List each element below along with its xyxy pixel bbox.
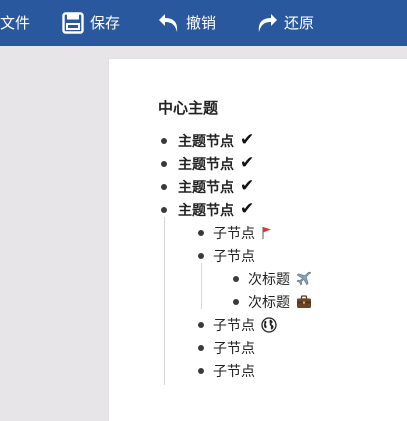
bullet xyxy=(161,184,167,190)
globe-icon xyxy=(261,316,277,333)
save-icon xyxy=(62,12,84,34)
undo-button[interactable]: 撤销 xyxy=(158,0,216,46)
child-label: 子节点 xyxy=(213,340,255,357)
check-icon: ✔ xyxy=(240,176,255,196)
subtitle-node-2[interactable]: 次标题 xyxy=(233,290,312,313)
bullet xyxy=(198,368,204,374)
airplane-icon xyxy=(296,271,312,287)
file-menu-button[interactable]: 文件 xyxy=(0,0,30,46)
topic-node-1[interactable]: 主题节点 ✔ xyxy=(161,129,254,152)
bullet xyxy=(161,207,167,213)
subtitle-label: 次标题 xyxy=(248,271,290,288)
child-label: 子节点 xyxy=(213,363,255,380)
children-guide-line xyxy=(164,217,165,385)
check-icon: ✔ xyxy=(240,153,255,173)
bullet xyxy=(161,161,167,167)
check-icon: ✔ xyxy=(240,199,255,219)
child-node-3[interactable]: 子节点 xyxy=(198,313,277,336)
briefcase-icon xyxy=(296,294,312,309)
topic-label: 主题节点 xyxy=(178,202,234,219)
subtitle-node-1[interactable]: 次标题 xyxy=(233,267,312,290)
redo-label: 还原 xyxy=(284,14,315,32)
child-label: 子节点 xyxy=(213,317,255,334)
save-button[interactable]: 保存 xyxy=(62,0,120,46)
child-label: 子节点 xyxy=(213,225,255,242)
file-menu-label: 文件 xyxy=(0,14,31,32)
undo-icon xyxy=(158,11,180,35)
bullet xyxy=(161,138,167,144)
subchildren-guide-line xyxy=(201,263,202,309)
child-label: 子节点 xyxy=(213,248,255,265)
save-label: 保存 xyxy=(90,14,121,32)
check-icon: ✔ xyxy=(240,130,255,150)
bullet xyxy=(198,230,204,236)
bullet xyxy=(233,299,239,305)
top-toolbar: 文件 保存 撤销 还原 xyxy=(0,0,407,46)
topic-label: 主题节点 xyxy=(178,133,234,150)
child-node-5[interactable]: 子节点 xyxy=(198,359,255,382)
topic-label: 主题节点 xyxy=(178,156,234,173)
bullet xyxy=(233,276,239,282)
child-node-1[interactable]: 子节点 xyxy=(198,221,273,244)
outline-page[interactable]: 中心主题 主题节点 ✔ 主题节点 ✔ 主题节点 ✔ 主题节点 ✔ 子节点 子节点… xyxy=(108,58,407,421)
topic-node-2[interactable]: 主题节点 ✔ xyxy=(161,152,254,175)
child-node-2[interactable]: 子节点 xyxy=(198,244,255,267)
root-topic[interactable]: 中心主题 xyxy=(158,97,218,118)
undo-label: 撤销 xyxy=(186,14,217,32)
redo-button[interactable]: 还原 xyxy=(256,0,314,46)
subtitle-label: 次标题 xyxy=(248,294,290,311)
child-node-4[interactable]: 子节点 xyxy=(198,336,255,359)
red-flag-icon xyxy=(261,226,273,240)
bullet xyxy=(198,345,204,351)
bullet xyxy=(198,322,204,328)
topic-node-4[interactable]: 主题节点 ✔ xyxy=(161,198,254,221)
bullet xyxy=(198,253,204,259)
topic-node-3[interactable]: 主题节点 ✔ xyxy=(161,175,254,198)
topic-label: 主题节点 xyxy=(178,179,234,196)
redo-icon xyxy=(256,11,278,35)
